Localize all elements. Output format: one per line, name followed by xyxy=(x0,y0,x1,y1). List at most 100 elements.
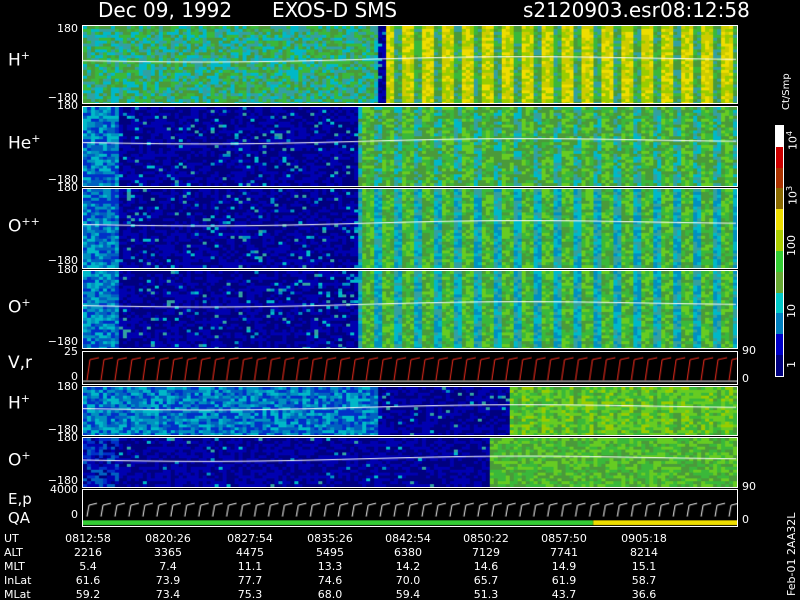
ephem-cell: 61.9 xyxy=(551,574,577,587)
ephem-cell: 65.7 xyxy=(473,574,499,587)
panel-o-plus-2-heatmap xyxy=(83,438,737,487)
ephem-cell: 14.6 xyxy=(473,560,499,573)
ephem-cell: 7741 xyxy=(550,546,578,559)
ephem-cell: 0905:18 xyxy=(621,532,667,545)
time-title: 08:12:58 xyxy=(660,0,750,22)
colorbar-label-1000: 103 xyxy=(785,185,800,205)
ephem-cell: 58.7 xyxy=(631,574,657,587)
colorbar-swatch xyxy=(776,250,783,272)
panel-o-plusplus xyxy=(82,188,738,269)
colorbar-swatch xyxy=(776,230,783,251)
panel-he-plus xyxy=(82,106,738,187)
colorbar xyxy=(775,125,784,377)
ephem-cell: 7129 xyxy=(472,546,500,559)
panel-he-plus-heatmap xyxy=(83,107,737,186)
ephem-cell: 59.2 xyxy=(75,588,101,600)
ephem-cell: 73.9 xyxy=(155,574,181,587)
ephem-row-label: MLT xyxy=(4,560,25,573)
ephem-cell: 0842:54 xyxy=(385,532,431,545)
label-o-plus: O+ xyxy=(8,296,31,318)
ephem-cell: 51.3 xyxy=(473,588,499,600)
label-he-plus: He+ xyxy=(8,132,41,154)
ephem-cell: 36.6 xyxy=(631,588,657,600)
ytick-top: 180 xyxy=(57,22,78,35)
ephem-row-label: MLat xyxy=(4,588,31,600)
ephem-cell: 0812:58 xyxy=(65,532,111,545)
sms-spectrogram-plot: Dec 09, 1992 EXOS-D SMS s2120903.esr 08:… xyxy=(0,0,800,600)
colorbar-swatch xyxy=(776,271,783,293)
panel-vr-plot xyxy=(83,352,737,384)
ephem-cell: 4475 xyxy=(236,546,264,559)
colorbar-label-10000: 104 xyxy=(785,130,800,150)
ytick-top: 180 xyxy=(57,263,78,276)
panel-o-plus-heatmap xyxy=(83,271,737,348)
colorbar-swatch xyxy=(776,146,783,168)
colorbar-swatch xyxy=(776,188,783,210)
rtick-bottom: 0 xyxy=(742,372,749,385)
ephem-cell: 43.7 xyxy=(551,588,577,600)
panel-h-plus-heatmap xyxy=(83,26,737,103)
panel-o-plusplus-heatmap xyxy=(83,189,737,268)
ephem-cell: 5.4 xyxy=(79,560,97,573)
label-qa: QA xyxy=(8,509,31,527)
ephem-cell: 14.2 xyxy=(395,560,421,573)
date-title: Dec 09, 1992 xyxy=(98,0,233,22)
ephem-cell: 7.4 xyxy=(159,560,177,573)
side-id: Feb-01 2AA32L xyxy=(785,512,798,596)
ytick-top: 180 xyxy=(57,181,78,194)
rtick-top: 90 xyxy=(742,480,756,493)
ephem-cell: 8214 xyxy=(630,546,658,559)
ytick-top: 180 xyxy=(57,431,78,444)
ephem-cell: 68.0 xyxy=(317,588,343,600)
colorbar-label-10: 10 xyxy=(785,304,798,318)
label-o-plus-2: O+ xyxy=(8,449,31,471)
colorbar-swatch xyxy=(776,167,783,189)
panel-h-plus xyxy=(82,25,738,104)
ephem-cell: 3365 xyxy=(154,546,182,559)
panel-ep-qa xyxy=(82,489,738,527)
ephem-cell: 74.6 xyxy=(317,574,343,587)
ephem-cell: 0835:26 xyxy=(307,532,353,545)
colorbar-swatch xyxy=(776,209,783,231)
ephem-cell: 2216 xyxy=(74,546,102,559)
ephem-cell: 77.7 xyxy=(237,574,263,587)
colorbar-label-100: 100 xyxy=(785,235,798,256)
panel-h-plus-2 xyxy=(82,386,738,436)
rtick-bottom: 0 xyxy=(742,513,749,526)
ephem-cell: 75.3 xyxy=(237,588,263,600)
ephem-cell: 5495 xyxy=(316,546,344,559)
colorbar-swatch xyxy=(776,334,783,356)
ephem-cell: 11.1 xyxy=(237,560,263,573)
colorbar-unit: Ct/Smp xyxy=(781,73,792,110)
ephem-row-label: InLat xyxy=(4,574,32,587)
ephem-cell: 13.3 xyxy=(317,560,343,573)
mission-title: EXOS-D SMS xyxy=(272,0,398,22)
rtick-top: 90 xyxy=(742,344,756,357)
ytick-top: 180 xyxy=(57,380,78,393)
panel-ep-qa-plot xyxy=(83,490,737,526)
ytick-top: 180 xyxy=(57,99,78,112)
label-h-plus: H+ xyxy=(8,49,31,71)
panel-h-plus-2-heatmap xyxy=(83,387,737,435)
label-o-plusplus: O++ xyxy=(8,215,40,237)
ytick-top: 4000 xyxy=(50,483,78,496)
ephem-cell: 73.4 xyxy=(155,588,181,600)
ephem-cell: 61.6 xyxy=(75,574,101,587)
ytick-top: 25 xyxy=(64,345,78,358)
panel-vr xyxy=(82,351,738,385)
ephem-cell: 0820:26 xyxy=(145,532,191,545)
panel-o-plus xyxy=(82,270,738,349)
colorbar-swatch xyxy=(776,292,783,314)
colorbar-swatch xyxy=(776,355,783,376)
colorbar-swatch xyxy=(776,126,783,147)
ephem-cell: 15.1 xyxy=(631,560,657,573)
ephem-cell: 0850:22 xyxy=(463,532,509,545)
ephem-cell: 6380 xyxy=(394,546,422,559)
label-vr: V,r xyxy=(8,353,33,373)
ephem-cell: 0857:50 xyxy=(541,532,587,545)
ytick-bottom: 0 xyxy=(71,508,78,521)
file-title: s2120903.esr xyxy=(523,0,660,22)
panel-o-plus-2 xyxy=(82,437,738,488)
ephem-row-label: ALT xyxy=(4,546,23,559)
ephem-cell: 14.9 xyxy=(551,560,577,573)
